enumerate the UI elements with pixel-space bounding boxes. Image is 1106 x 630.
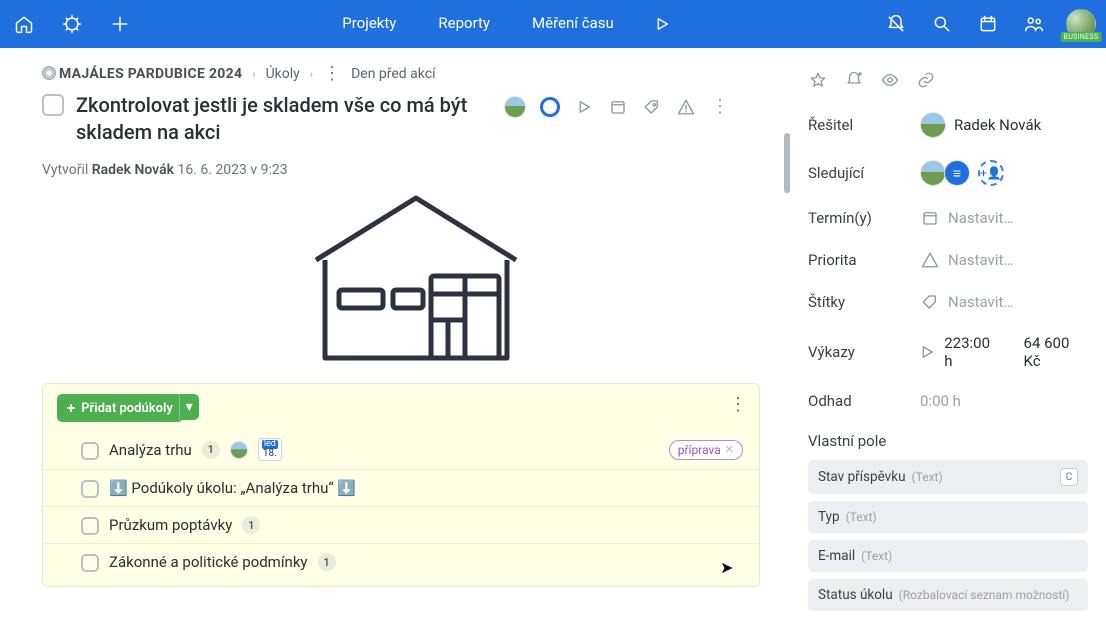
subtask-count: 1 <box>202 441 220 459</box>
topbar: Projekty Reporty Měření času BUSINESS <box>0 0 1106 48</box>
assignee-avatar[interactable] <box>504 96 526 118</box>
label-resitel: Řešitel <box>808 116 920 134</box>
add-subtask-caret[interactable]: ▾ <box>179 394 199 420</box>
custom-fields-title: Vlastní pole <box>808 432 1088 450</box>
task-title[interactable]: Zkontrolovat jestli je skladem vše co má… <box>76 92 486 146</box>
subtask-checkbox[interactable] <box>81 517 99 535</box>
calendar-icon[interactable] <box>920 208 940 228</box>
subtask-title: Analýza trhu <box>109 441 192 459</box>
scrollbar[interactable] <box>784 133 790 193</box>
breadcrumb: MAJÁLES PARDUBICE 2024 › Úkoly › ⋮ Den p… <box>42 66 790 82</box>
profile-avatar[interactable]: BUSINESS <box>1066 9 1096 39</box>
label-stitky: Štítky <box>808 293 920 311</box>
subtask-count: 1 <box>318 553 336 571</box>
home-icon[interactable] <box>10 10 38 38</box>
nav-projects[interactable]: Projekty <box>340 10 398 38</box>
add-subtask-button[interactable]: +Přidat podúkoly <box>57 394 183 422</box>
gear-icon[interactable] <box>58 10 86 38</box>
subtask-title: Průzkum poptávky <box>109 516 232 534</box>
calendar-icon[interactable] <box>608 97 628 117</box>
people-icon[interactable] <box>1020 10 1048 38</box>
chevron-right-icon: › <box>310 68 313 81</box>
bell-plus-icon[interactable] <box>844 70 864 90</box>
play-icon[interactable] <box>574 97 594 117</box>
link-icon[interactable] <box>916 70 936 90</box>
custom-field[interactable]: Status úkolu(Rozbalovací seznam možností… <box>808 579 1088 611</box>
star-icon[interactable] <box>808 70 828 90</box>
custom-field[interactable]: Typ(Text) <box>808 501 1088 533</box>
label-sledujici: Sledující <box>808 164 920 182</box>
warehouse-illustration <box>301 190 531 365</box>
field-badge: C <box>1060 468 1078 486</box>
main-pane: MAJÁLES PARDUBICE 2024 › Úkoly › ⋮ Den p… <box>0 48 790 630</box>
set-priorita[interactable]: Nastavit… <box>948 251 1013 269</box>
add-follower-button[interactable]: +👤 <box>978 160 1004 186</box>
crumb-tasks[interactable]: Úkoly <box>266 66 300 82</box>
right-pane: Řešitel Radek Novák Sledující +👤 Termín(… <box>790 48 1106 630</box>
plus-icon[interactable] <box>106 10 134 38</box>
play-icon[interactable] <box>648 10 676 38</box>
label-terminy: Termín(y) <box>808 209 920 227</box>
set-stitky[interactable]: Nastavit… <box>948 293 1013 311</box>
nav-reports[interactable]: Reporty <box>436 10 492 38</box>
follower-avatar[interactable] <box>944 160 970 186</box>
subtask-row[interactable]: Analýza trhu 1 led18. příprava✕ <box>43 430 759 469</box>
subtask-row[interactable]: ⬇️ Podúkoly úkolu: „Analýza trhu“ ⬇️ <box>43 469 759 506</box>
close-icon[interactable]: ✕ <box>725 443 734 456</box>
subtask-checkbox[interactable] <box>81 554 99 572</box>
odhad-value[interactable]: 0:00 h <box>920 392 961 410</box>
task-meta: Vytvořil Radek Novák 16. 6. 2023 v 9:23 <box>42 162 790 178</box>
custom-field[interactable]: Stav příspěvku(Text)C <box>808 460 1088 494</box>
subtask-checkbox[interactable] <box>81 480 99 498</box>
subtask-row[interactable]: Průzkum poptávky 1 <box>43 506 759 543</box>
custom-field[interactable]: E-mail(Text) <box>808 540 1088 572</box>
eye-icon[interactable] <box>880 70 900 90</box>
kebab-icon[interactable]: ⋮ <box>729 394 747 415</box>
assignee-avatar[interactable] <box>920 112 946 138</box>
subtask-title: ⬇️ Podúkoly úkolu: „Analýza trhu“ ⬇️ <box>109 479 356 497</box>
subtask-row[interactable]: Zákonné a politické podmínky 1 <box>43 543 759 580</box>
set-terminy[interactable]: Nastavit… <box>948 209 1013 227</box>
crumb-project[interactable]: MAJÁLES PARDUBICE 2024 <box>42 66 242 82</box>
warning-icon[interactable] <box>920 250 940 270</box>
assignee-name[interactable]: Radek Novák <box>954 116 1041 134</box>
label-priorita: Priorita <box>808 251 920 269</box>
search-icon[interactable] <box>928 10 956 38</box>
vykazy-cost: 64 600 Kč <box>1024 334 1088 370</box>
business-tag: BUSINESS <box>1061 32 1102 42</box>
tag-chip[interactable]: příprava✕ <box>669 440 743 460</box>
assignee-avatar[interactable] <box>230 441 248 459</box>
kebab-icon[interactable]: ⋮ <box>710 97 730 117</box>
tag-icon[interactable] <box>920 292 940 312</box>
chevron-right-icon: › <box>252 68 255 81</box>
nav-timetrack[interactable]: Měření času <box>530 10 616 38</box>
crumb-current[interactable]: Den před akcí <box>351 66 435 82</box>
label-vykazy: Výkazy <box>808 343 917 361</box>
subtasks-panel: +Přidat podúkoly▾ ⋮ Analýza trhu 1 led18… <box>42 383 760 587</box>
calendar-icon[interactable] <box>974 10 1002 38</box>
follower-avatar[interactable] <box>920 160 946 186</box>
tag-icon[interactable] <box>642 97 662 117</box>
task-checkbox[interactable] <box>42 94 64 116</box>
play-icon[interactable] <box>917 342 936 362</box>
bell-icon[interactable] <box>882 10 910 38</box>
label-odhad: Odhad <box>808 392 920 410</box>
kebab-icon[interactable]: ⋮ <box>323 69 341 79</box>
subtask-title: Zákonné a politické podmínky <box>109 553 308 571</box>
subtask-count: 1 <box>242 516 260 534</box>
status-ring-icon[interactable] <box>540 97 560 117</box>
warning-icon[interactable] <box>676 97 696 117</box>
vykazy-hours: 223:00 h <box>944 334 1000 370</box>
date-badge[interactable]: led18. <box>258 438 282 461</box>
subtask-checkbox[interactable] <box>81 442 99 460</box>
